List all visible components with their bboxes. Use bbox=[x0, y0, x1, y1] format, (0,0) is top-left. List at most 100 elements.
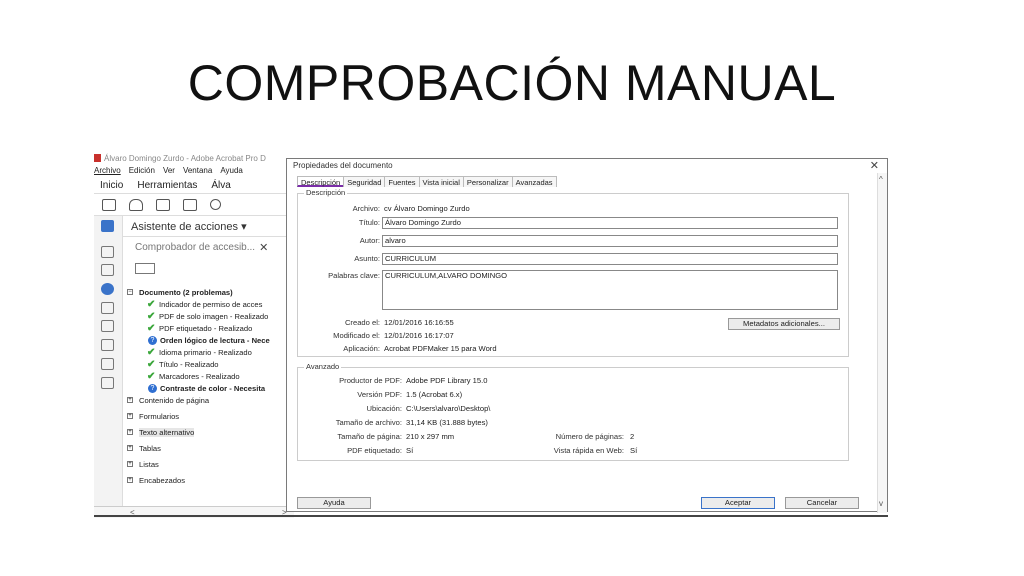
cloud-upload-icon[interactable] bbox=[129, 198, 143, 211]
tab-herramientas[interactable]: Herramientas bbox=[137, 180, 197, 191]
titulo-field[interactable]: Álvaro Domingo Zurdo bbox=[382, 217, 838, 229]
version-label: Versión PDF: bbox=[357, 390, 402, 399]
tab-fuentes[interactable]: Fuentes bbox=[384, 176, 420, 187]
expand-icon[interactable]: + bbox=[127, 461, 133, 467]
tab-descripcion[interactable]: Descripción bbox=[297, 176, 345, 187]
autor-field[interactable]: alvaro bbox=[382, 235, 838, 247]
help-button[interactable]: Ayuda bbox=[297, 497, 371, 509]
menu-ventana[interactable]: Ventana bbox=[183, 166, 212, 175]
menu-archivo[interactable]: Archivo bbox=[94, 166, 121, 175]
menu-edicion[interactable]: Edición bbox=[129, 166, 155, 175]
action-wizard-title[interactable]: Asistente de acciones ▾ bbox=[131, 220, 247, 233]
advanced-group: Avanzado Productor de PDF: Adobe PDF Lib… bbox=[297, 362, 849, 461]
tree-item[interactable]: ? Orden lógico de lectura - Nece bbox=[127, 334, 270, 346]
dialog-tabs: Descripción Seguridad Fuentes Vista inic… bbox=[297, 176, 557, 187]
tree-item[interactable]: ✔ Título - Realizado bbox=[127, 358, 219, 370]
advanced-group-label: Avanzado bbox=[304, 362, 342, 371]
tree-item-label: Marcadores - Realizado bbox=[159, 371, 240, 381]
tree-item[interactable]: ✔ PDF de solo imagen - Realizado bbox=[127, 310, 268, 322]
tree-item[interactable]: ✔ PDF etiquetado - Realizado bbox=[127, 322, 252, 334]
tree-item[interactable]: ✔ Marcadores - Realizado bbox=[127, 370, 240, 382]
archivo-value: cv Álvaro Domingo Zurdo bbox=[384, 204, 470, 213]
menu-ver[interactable]: Ver bbox=[163, 166, 175, 175]
print-icon[interactable] bbox=[156, 198, 170, 211]
cancel-button[interactable]: Cancelar bbox=[785, 497, 859, 509]
tree-structure-icon[interactable] bbox=[101, 377, 114, 389]
acrobat-tabs: Inicio Herramientas Álva bbox=[94, 177, 294, 194]
tree-item-label: Listas bbox=[139, 459, 159, 469]
tab-document[interactable]: Álva bbox=[211, 180, 230, 191]
pdf-icon bbox=[94, 154, 101, 162]
expand-icon[interactable]: + bbox=[127, 397, 133, 403]
checkmark-icon: ✔ bbox=[147, 346, 156, 358]
close-icon[interactable]: ✕ bbox=[259, 241, 268, 254]
accessibility-icon[interactable] bbox=[101, 283, 114, 295]
acrobat-window-title: Álvaro Domingo Zurdo - Adobe Acrobat Pro… bbox=[94, 152, 294, 164]
layers-icon[interactable] bbox=[101, 339, 114, 351]
productor-label: Productor de PDF: bbox=[339, 376, 402, 385]
tree-item-label: Texto alternativo bbox=[139, 427, 195, 437]
tree-item-label: Tablas bbox=[139, 443, 161, 453]
metadata-button[interactable]: Metadatos adicionales... bbox=[728, 318, 840, 330]
tree-item[interactable]: + Formularios bbox=[127, 410, 179, 422]
tree-item[interactable]: ✔ Indicador de permiso de acces bbox=[127, 298, 262, 310]
email-icon[interactable] bbox=[183, 198, 197, 211]
expand-icon[interactable]: + bbox=[127, 477, 133, 483]
scroll-up-icon[interactable]: ^ bbox=[879, 175, 883, 184]
tab-avanzadas[interactable]: Avanzadas bbox=[511, 176, 557, 187]
tree-item[interactable]: + Encabezados bbox=[127, 474, 185, 486]
bookmark-icon[interactable] bbox=[101, 264, 114, 276]
action-wizard-icon[interactable] bbox=[101, 220, 114, 232]
checker-header: Comprobador de accesib... ✕ bbox=[123, 238, 294, 256]
search-icon[interactable] bbox=[210, 199, 221, 210]
modificado-label: Modificado el: bbox=[333, 331, 380, 340]
document-properties-dialog: Propiedades del documento ✕ Descripción … bbox=[286, 158, 888, 513]
menu-ayuda[interactable]: Ayuda bbox=[220, 166, 243, 175]
collapse-icon[interactable]: − bbox=[127, 289, 133, 295]
ok-button[interactable]: Aceptar bbox=[701, 497, 775, 509]
productor-value: Adobe PDF Library 15.0 bbox=[406, 376, 488, 385]
tag-icon[interactable] bbox=[101, 358, 114, 370]
description-group: Descripción Archivo: cv Álvaro Domingo Z… bbox=[297, 188, 849, 357]
expand-icon[interactable]: + bbox=[127, 429, 133, 435]
version-value: 1.5 (Acrobat 6.x) bbox=[406, 390, 463, 399]
tree-item[interactable]: − Documento (2 problemas) bbox=[127, 286, 233, 298]
tree-item-label: Formularios bbox=[139, 411, 180, 421]
tree-item-label: Orden lógico de lectura - Nece bbox=[160, 335, 270, 345]
tab-vista-inicial[interactable]: Vista inicial bbox=[418, 176, 464, 187]
tree-item[interactable]: ? Contraste de color - Necesita bbox=[127, 382, 265, 394]
tree-item-label: Documento (2 problemas) bbox=[139, 287, 233, 297]
modificado-value: 12/01/2016 16:17:07 bbox=[384, 331, 454, 340]
acrobat-screenshot: Álvaro Domingo Zurdo - Adobe Acrobat Pro… bbox=[94, 150, 888, 518]
tree-item[interactable]: + Texto alternativo bbox=[127, 426, 195, 438]
expand-icon[interactable]: + bbox=[127, 445, 133, 451]
creado-value: 12/01/2016 16:16:55 bbox=[384, 318, 454, 327]
tab-personalizar[interactable]: Personalizar bbox=[462, 176, 513, 187]
num-paginas-label: Número de páginas: bbox=[555, 432, 624, 441]
archivo-label: Archivo: bbox=[352, 204, 380, 213]
accessibility-panel: Asistente de acciones ▾ Comprobador de a… bbox=[123, 216, 294, 512]
tab-inicio[interactable]: Inicio bbox=[100, 180, 123, 191]
dialog-title: Propiedades del documento bbox=[293, 161, 393, 170]
pdf-etiquetado-label: PDF etiquetado: bbox=[347, 446, 402, 455]
pages-icon[interactable] bbox=[101, 246, 114, 258]
panel-header: Asistente de acciones ▾ bbox=[123, 216, 294, 237]
ubicacion-label: Ubicación: bbox=[366, 404, 402, 413]
file-icon[interactable] bbox=[101, 320, 114, 332]
tree-item[interactable]: + Tablas bbox=[127, 442, 161, 454]
vertical-scrollbar[interactable]: ^ v bbox=[877, 173, 887, 513]
tree-item[interactable]: ✔ Idioma primario - Realizado bbox=[127, 346, 252, 358]
window-title-text: Álvaro Domingo Zurdo - Adobe Acrobat Pro… bbox=[104, 153, 266, 163]
scroll-down-icon[interactable]: v bbox=[879, 499, 883, 508]
save-icon[interactable] bbox=[102, 198, 116, 211]
close-icon[interactable]: ✕ bbox=[870, 159, 879, 172]
attachment-icon[interactable] bbox=[101, 302, 114, 314]
tree-item[interactable]: + Contenido de página bbox=[127, 394, 209, 406]
options-menu-icon[interactable] bbox=[135, 263, 155, 274]
palabras-clave-field[interactable]: CURRICULUM,ALVARO DOMINGO bbox=[382, 270, 838, 310]
tab-seguridad[interactable]: Seguridad bbox=[343, 176, 386, 187]
tree-item[interactable]: + Listas bbox=[127, 458, 159, 470]
asunto-field[interactable]: CURRICULUM bbox=[382, 253, 838, 265]
tamano-pagina-value: 210 x 297 mm bbox=[406, 432, 455, 441]
expand-icon[interactable]: + bbox=[127, 413, 133, 419]
